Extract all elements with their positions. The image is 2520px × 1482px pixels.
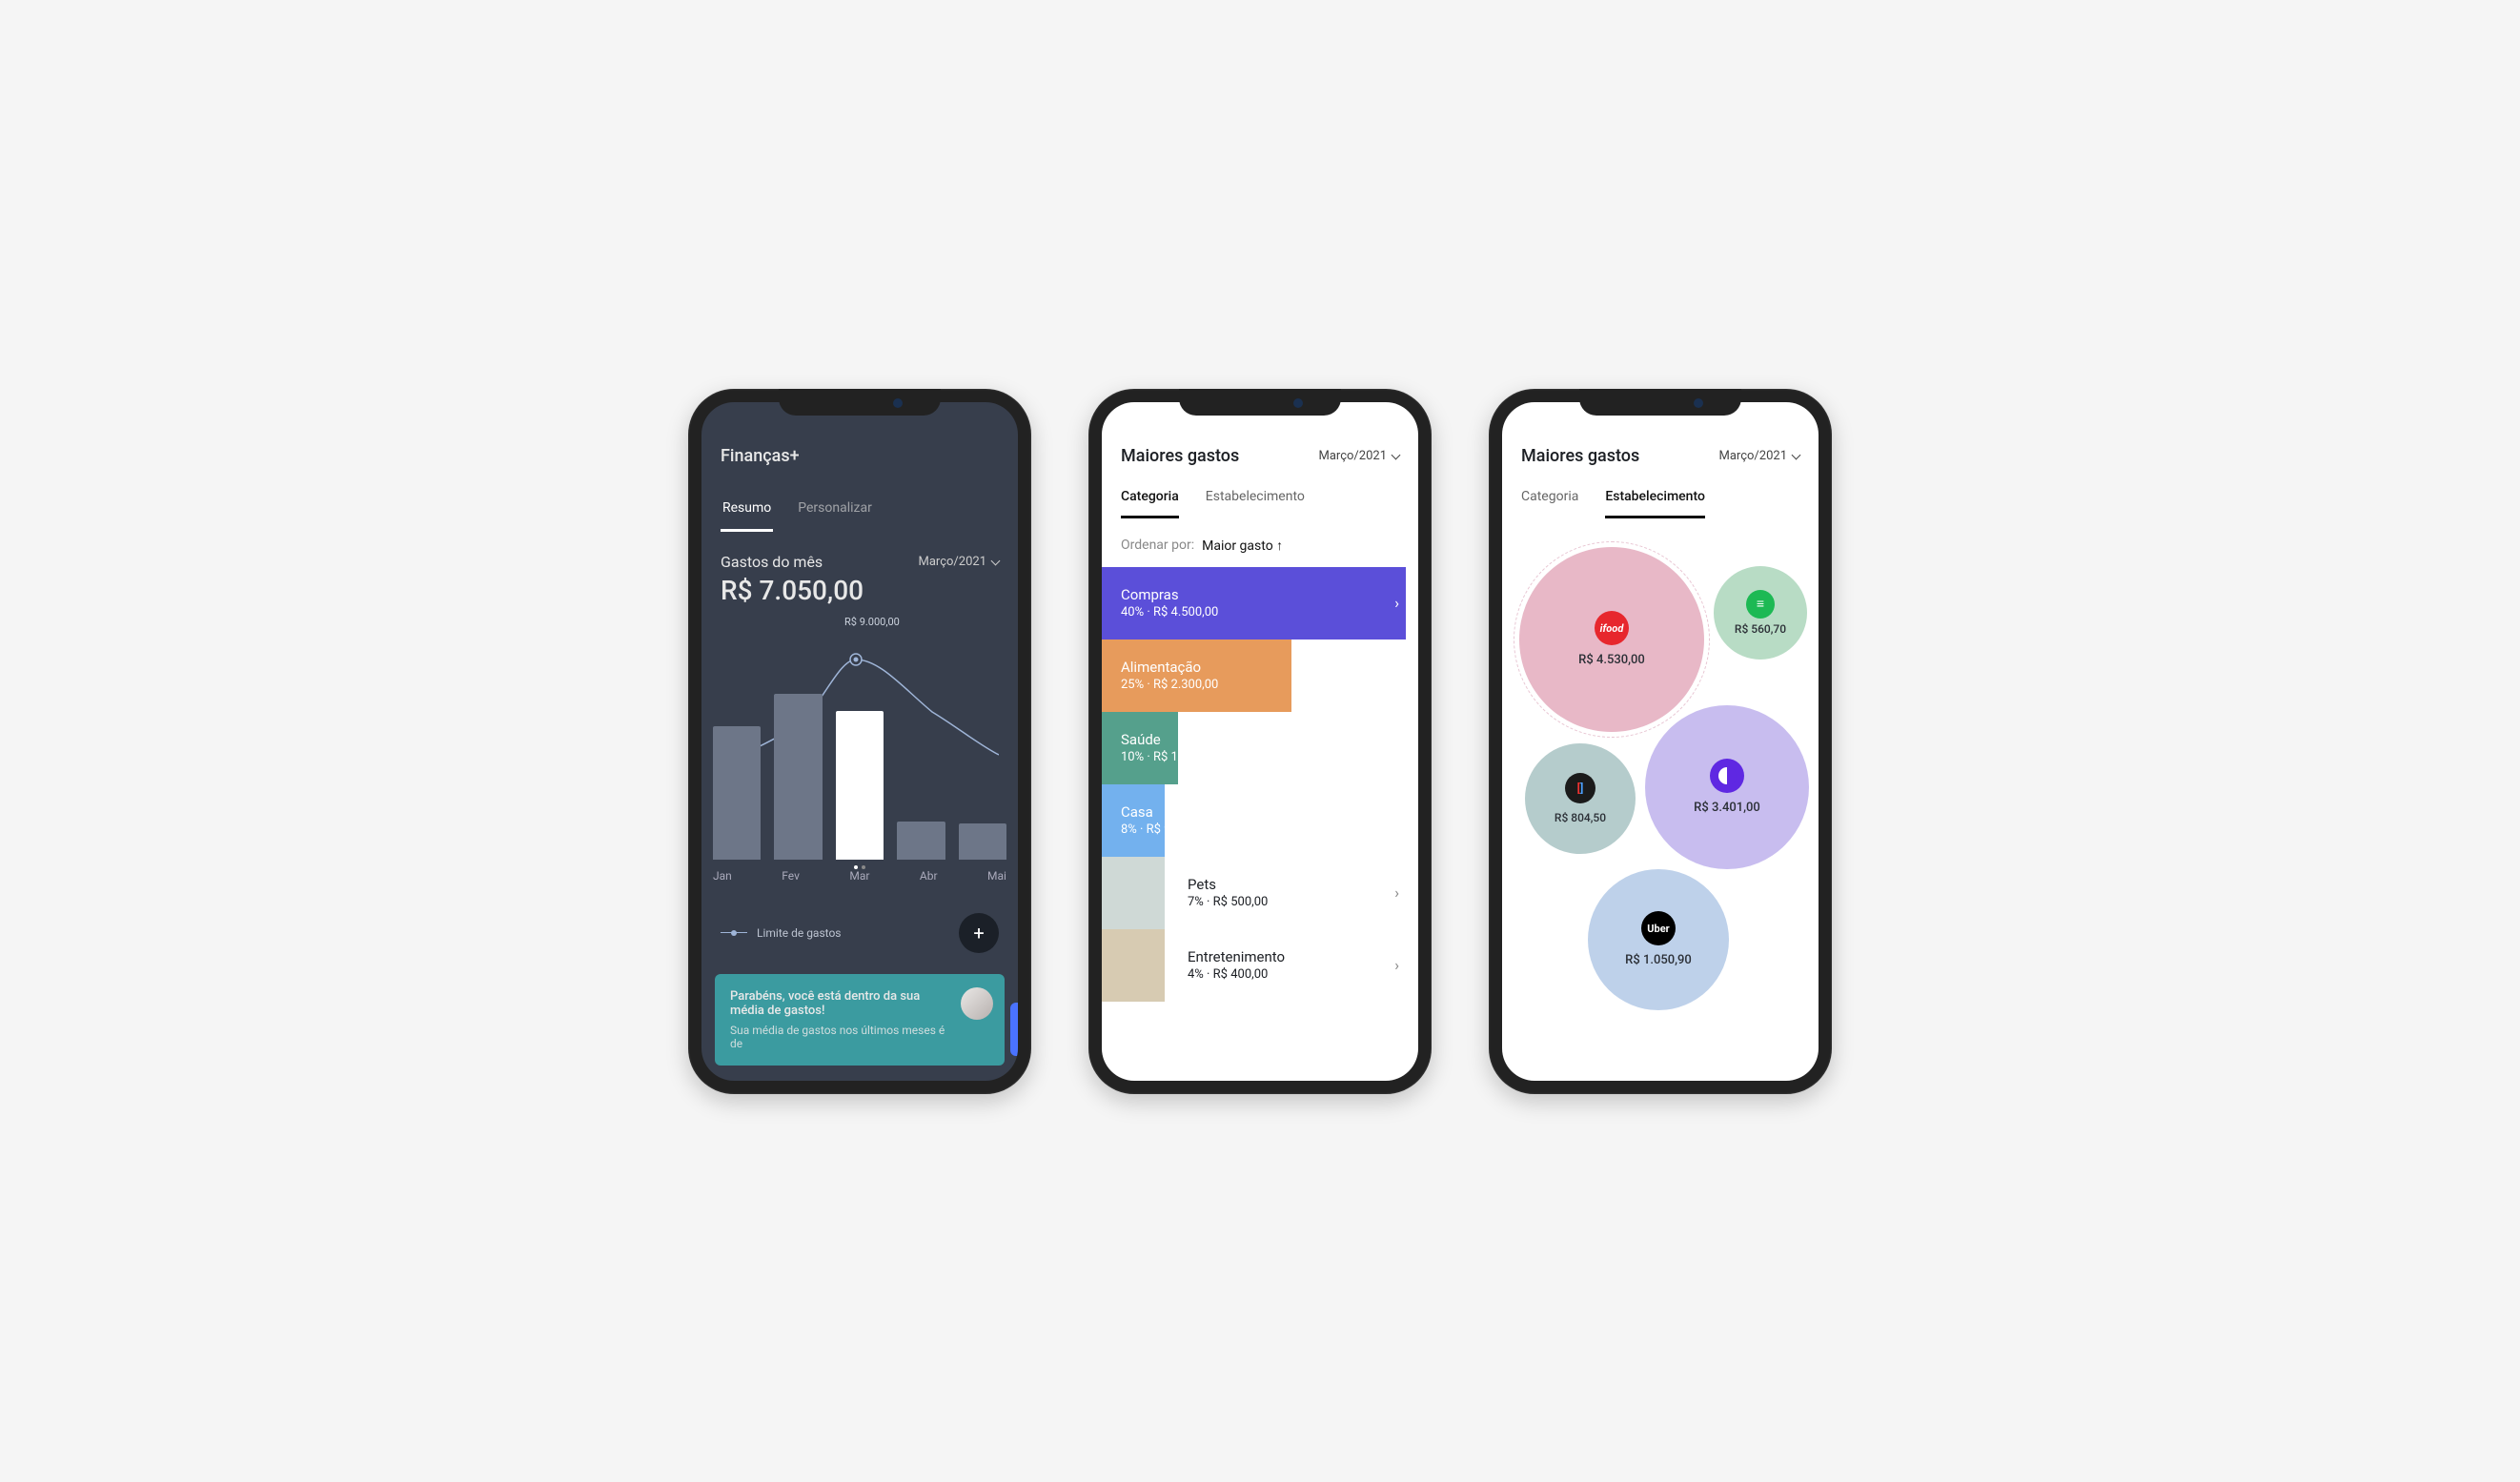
legend-limit: Limite de gastos [721,926,842,940]
legend-label: Limite de gastos [757,926,842,940]
category-row[interactable]: Entretenimento 4% · R$ 400,00› [1102,929,1418,1002]
bubble-value: R$ 1.050,90 [1625,953,1692,967]
bar-mar[interactable] [836,711,884,860]
phone-financas: Finanças+ Resumo Personalizar Gastos do … [688,389,1031,1094]
sort-label: Ordenar por: [1121,538,1194,553]
tab-personalizar[interactable]: Personalizar [796,495,874,532]
category-row[interactable]: Compras 40% · R$ 4.500,00› [1102,567,1418,639]
chart-bars [713,669,1006,860]
bubble-cc[interactable]: [] R$ 804,50 [1525,743,1636,854]
notch [1579,389,1741,416]
category-detail: 4% · R$ 400,00 [1188,967,1394,982]
bar-fev[interactable] [774,694,822,860]
xlabel-fev: Fev [782,869,800,883]
tab-estabelecimento[interactable]: Estabelecimento [1206,489,1305,518]
xlabel-mai: Mai [987,869,1006,883]
chevron-right-icon: › [1394,956,1418,974]
tab-categoria[interactable]: Categoria [1521,489,1578,518]
bubble-uber[interactable]: Uber R$ 1.050,90 [1588,869,1729,1010]
screen-categorias: Maiores gastos Março/2021 Categoria Esta… [1102,402,1418,1081]
tip-title: Parabéns, você está dentro da sua média … [730,989,947,1018]
chevron-right-icon: › [1394,666,1418,684]
limit-annotation: R$ 9.000,00 [844,616,900,628]
screen-estabelecimentos: Maiores gastos Março/2021 Categoria Esta… [1502,402,1819,1081]
screen-financas: Finanças+ Resumo Personalizar Gastos do … [701,402,1018,1081]
tab-estabelecimento[interactable]: Estabelecimento [1605,489,1705,518]
period-selector[interactable]: Março/2021 [1718,449,1799,463]
category-name: Alimentação [1121,659,1394,676]
chevron-right-icon: › [1394,594,1418,612]
bubble-chart: ifood R$ 4.530,00 ≡ R$ 560,70 [] R$ 804,… [1502,518,1819,1014]
next-card-peek[interactable] [1010,1003,1018,1056]
uber-logo-icon: Uber [1641,911,1676,945]
bubble-value: R$ 4.530,00 [1578,653,1645,667]
cc-logo-icon: [] [1565,773,1595,803]
section-title: Gastos do mês [721,553,823,571]
chart-x-labels: Jan Fev Mar Abr Mai [713,869,1006,883]
notch [1179,389,1341,416]
category-detail: 8% · R$ 900,00 [1121,822,1394,837]
chevron-right-icon: › [1394,739,1418,757]
category-row[interactable]: Alimentação 25% · R$ 2.300,00› [1102,639,1418,712]
category-name: Entretenimento [1188,948,1394,965]
chevron-right-icon: › [1394,883,1418,902]
d-logo-icon [1710,759,1744,793]
category-name: Pets [1188,876,1394,893]
phone-categorias: Maiores gastos Março/2021 Categoria Esta… [1088,389,1432,1094]
category-name: Saúde [1121,731,1394,748]
tip-subtitle: Sua média de gastos nos últimos meses é … [730,1024,947,1050]
category-name: Compras [1121,586,1394,603]
bar-abr[interactable] [897,822,945,860]
chevron-right-icon: › [1394,811,1418,829]
sort-selector[interactable]: Maior gasto [1202,538,1283,554]
spotify-logo-icon: ≡ [1746,590,1775,619]
category-detail: 40% · R$ 4.500,00 [1121,605,1394,619]
category-detail: 10% · R$ 1.100,00 [1121,750,1394,764]
page-title: Maiores gastos [1521,446,1639,466]
total-spend: R$ 7.050,00 [721,575,999,606]
phone-estabelecimentos: Maiores gastos Março/2021 Categoria Esta… [1489,389,1832,1094]
bar-jan[interactable] [713,726,761,860]
tab-categoria[interactable]: Categoria [1121,489,1179,518]
bubble-value: R$ 560,70 [1735,622,1786,636]
bubble-spotify[interactable]: ≡ R$ 560,70 [1714,566,1807,660]
category-name: Casa [1121,803,1394,821]
bubble-value: R$ 804,50 [1555,811,1606,824]
category-detail: 25% · R$ 2.300,00 [1121,678,1394,692]
period-selector[interactable]: Março/2021 [918,555,999,569]
notch [779,389,941,416]
page-indicator [854,865,865,869]
tip-illustration-icon [961,987,993,1020]
category-list: Compras40% · R$ 4.500,00›Alimentação25% … [1102,567,1418,1002]
app-title: Finanças+ [721,446,999,466]
spending-chart[interactable]: R$ 9.000,00 Jan Fev Mar Abr Mai [701,625,1018,902]
tip-card[interactable]: Parabéns, você está dentro da sua média … [715,974,1005,1066]
arrow-up-icon [1276,538,1283,554]
bubble-d[interactable]: R$ 3.401,00 [1645,705,1809,869]
add-button[interactable]: + [959,913,999,953]
tab-resumo[interactable]: Resumo [721,495,773,532]
ifood-logo-icon: ifood [1595,611,1629,645]
xlabel-jan: Jan [713,869,732,883]
bubble-value: R$ 3.401,00 [1694,801,1760,815]
category-row[interactable]: Saúde 10% · R$ 1.100,00› [1102,712,1418,784]
xlabel-mar: Mar [849,869,869,883]
bubble-ifood[interactable]: ifood R$ 4.530,00 [1519,547,1704,732]
period-selector[interactable]: Março/2021 [1318,449,1399,463]
category-row[interactable]: Casa8% · R$ 900,00› [1102,784,1418,857]
page-title: Maiores gastos [1121,446,1239,466]
category-detail: 7% · R$ 500,00 [1188,895,1394,909]
bar-mai[interactable] [959,823,1006,860]
legend-line-icon [721,932,747,933]
category-row[interactable]: Pets 7% · R$ 500,00› [1102,857,1418,929]
xlabel-abr: Abr [920,869,938,883]
